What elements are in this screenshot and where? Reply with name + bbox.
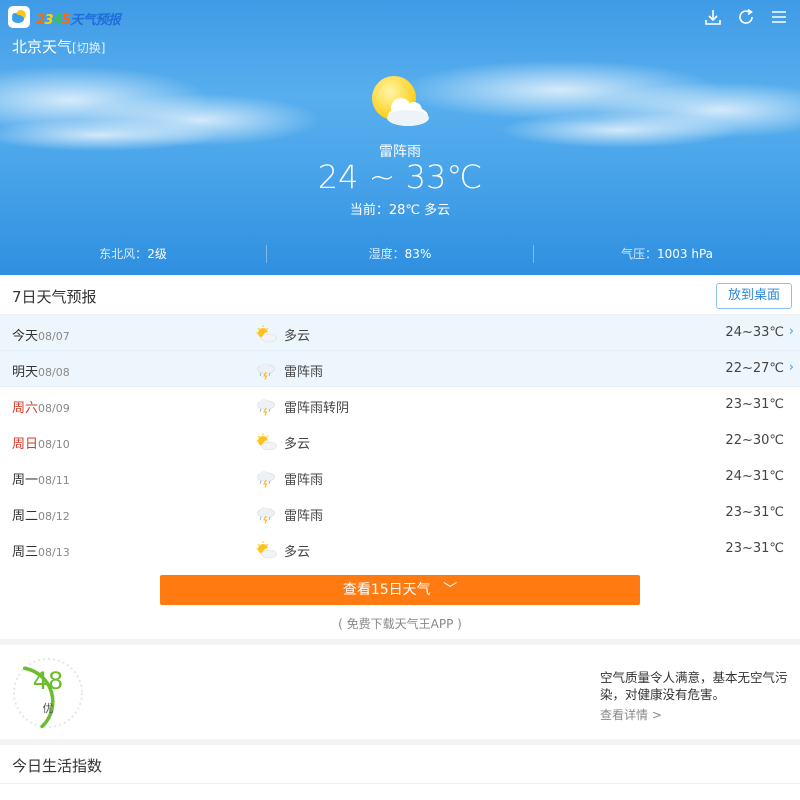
life-index-panel: 今日生活指数 <box>0 745 800 800</box>
download-app-link[interactable]: ( 免费下载天气王APP ) <box>0 615 800 632</box>
day-date: 08/10 <box>38 438 70 451</box>
forecast-title: 7日天气预报 <box>12 288 97 306</box>
day-date: 08/13 <box>38 546 70 559</box>
forecast-row: 周日08/10 多云 22~30℃ <box>0 423 800 459</box>
day-temperature: 22~30℃ <box>725 433 784 448</box>
aqi-level: 优 <box>42 702 54 715</box>
today-temp-range: 24 ~ 33℃ <box>317 158 483 196</box>
view-15-day-button[interactable]: 查看15日天气 ﹀ <box>160 575 640 605</box>
current-weather: 当前：28℃ 多云 <box>349 203 451 218</box>
day-temperature: 22~27℃ <box>725 361 784 376</box>
forecast-row: 周六08/09 雷阵雨转阴 23~31℃ <box>0 387 800 423</box>
forecast-row: 周二08/12 雷阵雨 23~31℃ <box>0 495 800 531</box>
thunder-rain-icon <box>254 468 278 488</box>
app-logo-text: 2345天气预报 <box>36 13 121 28</box>
sun-cloud-icon <box>254 540 278 560</box>
aqi-value: 48 <box>32 667 64 695</box>
sun-cloud-icon <box>254 324 278 344</box>
day-condition: 多云 <box>284 329 311 344</box>
day-condition: 雷阵雨转阴 <box>284 401 350 416</box>
chevron-right-icon: › <box>788 360 794 375</box>
add-to-desktop-button[interactable]: 放到桌面 <box>716 283 792 309</box>
day-temperature: 24~31℃ <box>725 469 784 484</box>
life-index-title: 今日生活指数 <box>12 757 103 775</box>
weather-hero: 2345天气预报 北京天气[切换] 雷阵雨 24 ~ 33℃ 当前：28℃ 多云… <box>0 0 800 275</box>
day-condition: 多云 <box>284 545 311 560</box>
thunder-rain-icon <box>254 360 278 380</box>
forecast-row[interactable]: 今天08/07 多云 24~33℃ › <box>0 315 800 351</box>
day-temperature: 23~31℃ <box>725 541 784 556</box>
day-label: 明天08/08 <box>12 365 70 380</box>
chevron-right-icon: › <box>788 324 794 339</box>
partly-cloudy-sun-icon <box>372 76 429 126</box>
humidity-stat: 湿度：83% <box>368 247 432 261</box>
day-condition: 雷阵雨 <box>284 473 324 488</box>
thunder-rain-icon <box>254 504 278 524</box>
download-icon[interactable] <box>703 7 723 27</box>
day-date: 08/09 <box>38 402 70 415</box>
refresh-icon[interactable] <box>736 7 756 27</box>
seven-day-forecast: 7日天气预报 放到桌面 今天08/07 多云 24~33℃ › 明天08/08 雷阵雨 22… <box>0 275 800 639</box>
switch-city-link[interactable]: [切换] <box>72 41 105 55</box>
aqi-description: 空气质量令人满意，基本无空气污染，对健康没有危害。 <box>600 670 788 702</box>
day-label: 今天08/07 <box>12 329 70 344</box>
menu-icon[interactable] <box>769 7 789 27</box>
chevron-down-icon: ﹀ <box>443 582 458 598</box>
wind-stat: 东北风：2级 <box>99 247 167 261</box>
day-date: 08/07 <box>38 330 70 343</box>
forecast-row: 周三08/13 多云 23~31℃ <box>0 531 800 567</box>
forecast-row[interactable]: 明天08/08 雷阵雨 22~27℃ › <box>0 351 800 387</box>
day-label: 周二08/12 <box>12 509 70 524</box>
forecast-row: 周一08/11 雷阵雨 24~31℃ <box>0 459 800 495</box>
day-label: 周三08/13 <box>12 545 70 560</box>
city-name: 北京天气 <box>12 38 73 56</box>
forecast-list: 今天08/07 多云 24~33℃ › 明天08/08 雷阵雨 22~27℃ › 周六08/09… <box>0 315 800 567</box>
day-temperature: 23~31℃ <box>725 397 784 412</box>
day-date: 08/11 <box>38 474 70 487</box>
day-label: 周一08/11 <box>12 473 70 488</box>
day-date: 08/12 <box>38 510 70 523</box>
city-title: 北京天气[切换] <box>12 36 105 57</box>
day-label: 周六08/09 <box>12 401 70 416</box>
day-temperature: 23~31℃ <box>725 505 784 520</box>
app-logo-icon[interactable] <box>8 6 30 28</box>
air-quality-panel[interactable]: 48 优 空气质量令人满意，基本无空气污染，对健康没有危害。 查看详情 > <box>0 645 800 739</box>
day-condition: 雷阵雨 <box>284 509 324 524</box>
divider <box>0 783 800 784</box>
day-label: 周日08/10 <box>12 437 70 452</box>
pressure-stat: 气压：1003 hPa <box>620 247 714 261</box>
forecast-header: 7日天气预报 放到桌面 <box>0 275 800 315</box>
day-condition: 多云 <box>284 437 311 452</box>
day-date: 08/08 <box>38 366 70 379</box>
top-bar: 2345天气预报 <box>0 0 800 36</box>
day-temperature: 24~33℃ <box>725 325 784 340</box>
aqi-details-link[interactable]: 查看详情 > <box>600 706 662 723</box>
sun-cloud-icon <box>254 432 278 452</box>
thunder-rain-icon <box>254 396 278 416</box>
weather-stats: 东北风：2级 湿度：83% 气压：1003 hPa <box>0 232 800 275</box>
day-condition: 雷阵雨 <box>284 365 324 380</box>
